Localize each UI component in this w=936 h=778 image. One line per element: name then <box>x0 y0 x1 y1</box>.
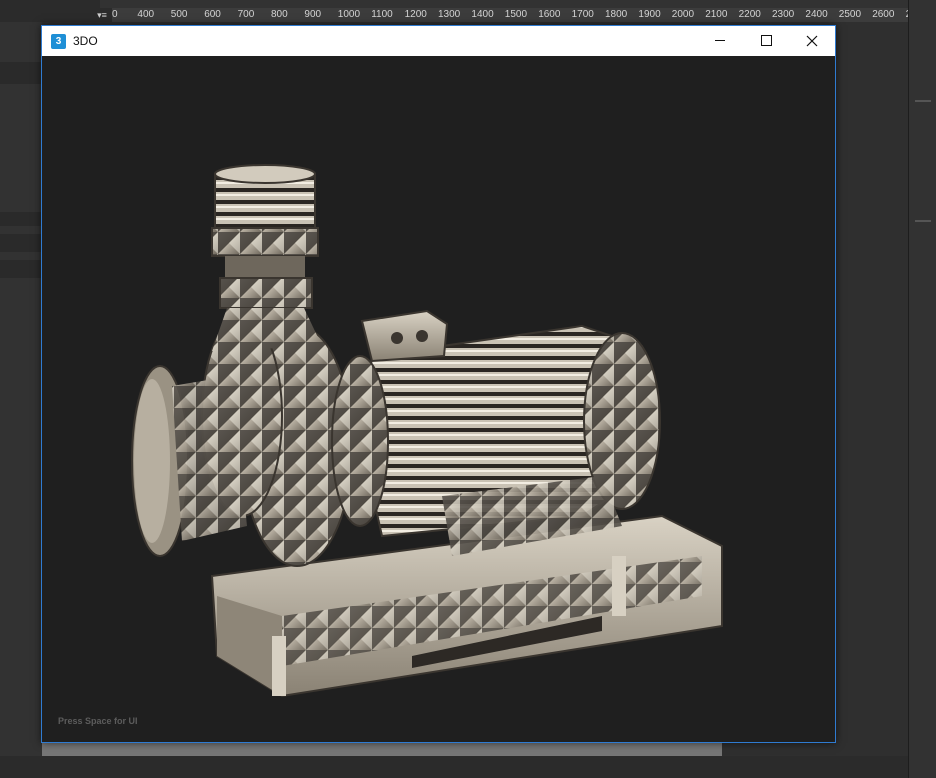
ruler-tick-label: 2500 <box>838 9 862 20</box>
ruler-tick-label: 1600 <box>538 9 561 20</box>
minimize-button[interactable] <box>697 26 743 56</box>
ruler-tick-label: 800 <box>271 9 288 20</box>
motor-body <box>360 324 661 556</box>
ruler-tick-label: 2400 <box>805 9 828 20</box>
ruler-tick-label: 1800 <box>605 9 628 20</box>
ruler-tick-label: 900 <box>304 9 322 20</box>
ruler-tick-label: 2200 <box>738 9 761 20</box>
left-panel-row[interactable] <box>0 260 42 278</box>
inlet-flange <box>131 365 247 557</box>
ruler-tick-label: 1200 <box>404 9 427 20</box>
ruler-tick-label: 500 <box>170 9 188 20</box>
host-left-panel <box>0 22 42 778</box>
ruler-tick-label: 1000 <box>337 9 361 20</box>
ruler-tick-label: 2100 <box>705 9 728 20</box>
ruler-tick-label: 2600 <box>872 9 895 20</box>
ruler-tick-label: 1300 <box>438 9 461 20</box>
pump-motor-model[interactable] <box>42 56 835 742</box>
left-panel-row[interactable] <box>0 62 42 84</box>
ruler-tick-label: 1100 <box>371 9 393 20</box>
terminal-box <box>360 309 449 363</box>
minimize-icon <box>715 40 725 41</box>
host-right-panel <box>908 0 936 778</box>
host-document-tabs[interactable] <box>100 0 936 8</box>
3do-window[interactable]: 3 3DO Press Space for UI <box>41 25 836 743</box>
maximize-button[interactable] <box>743 26 789 56</box>
ruler-tick-label: 700 <box>237 9 255 20</box>
ui-hint-text: Press Space for UI <box>58 716 138 726</box>
ruler-tick-label: 2300 <box>772 9 795 20</box>
left-panel-row[interactable] <box>0 212 42 226</box>
close-button[interactable] <box>789 26 835 56</box>
window-title: 3DO <box>73 34 98 48</box>
host-status-bar <box>0 756 908 778</box>
ruler-tick-label: 1500 <box>504 9 528 20</box>
app-icon: 3 <box>51 34 66 49</box>
left-panel-row[interactable] <box>0 234 42 252</box>
discharge-nozzle <box>211 164 322 351</box>
window-titlebar[interactable]: 3 3DO <box>42 26 835 56</box>
ruler-tick-label: 1400 <box>471 9 494 20</box>
ruler-menu-icon[interactable]: ▾≡ <box>92 8 112 22</box>
maximize-icon <box>761 35 772 46</box>
panel-divider <box>915 220 931 222</box>
ruler-tick-label: 600 <box>204 9 221 20</box>
ruler-tick-label: 1700 <box>571 9 594 20</box>
3d-viewport[interactable]: Press Space for UI <box>42 56 835 742</box>
ruler-tick-label: 2000 <box>671 9 695 20</box>
panel-divider <box>915 100 931 102</box>
ruler-tick-label: 0 <box>112 9 118 20</box>
ruler-tick-label: 400 <box>137 9 155 20</box>
ruler-tick-label: 1900 <box>638 9 661 20</box>
horizontal-ruler: 0 400 500 600 700 800 900 1000 1100 1200 1300 1400 1… <box>112 8 908 22</box>
close-icon <box>806 35 818 47</box>
